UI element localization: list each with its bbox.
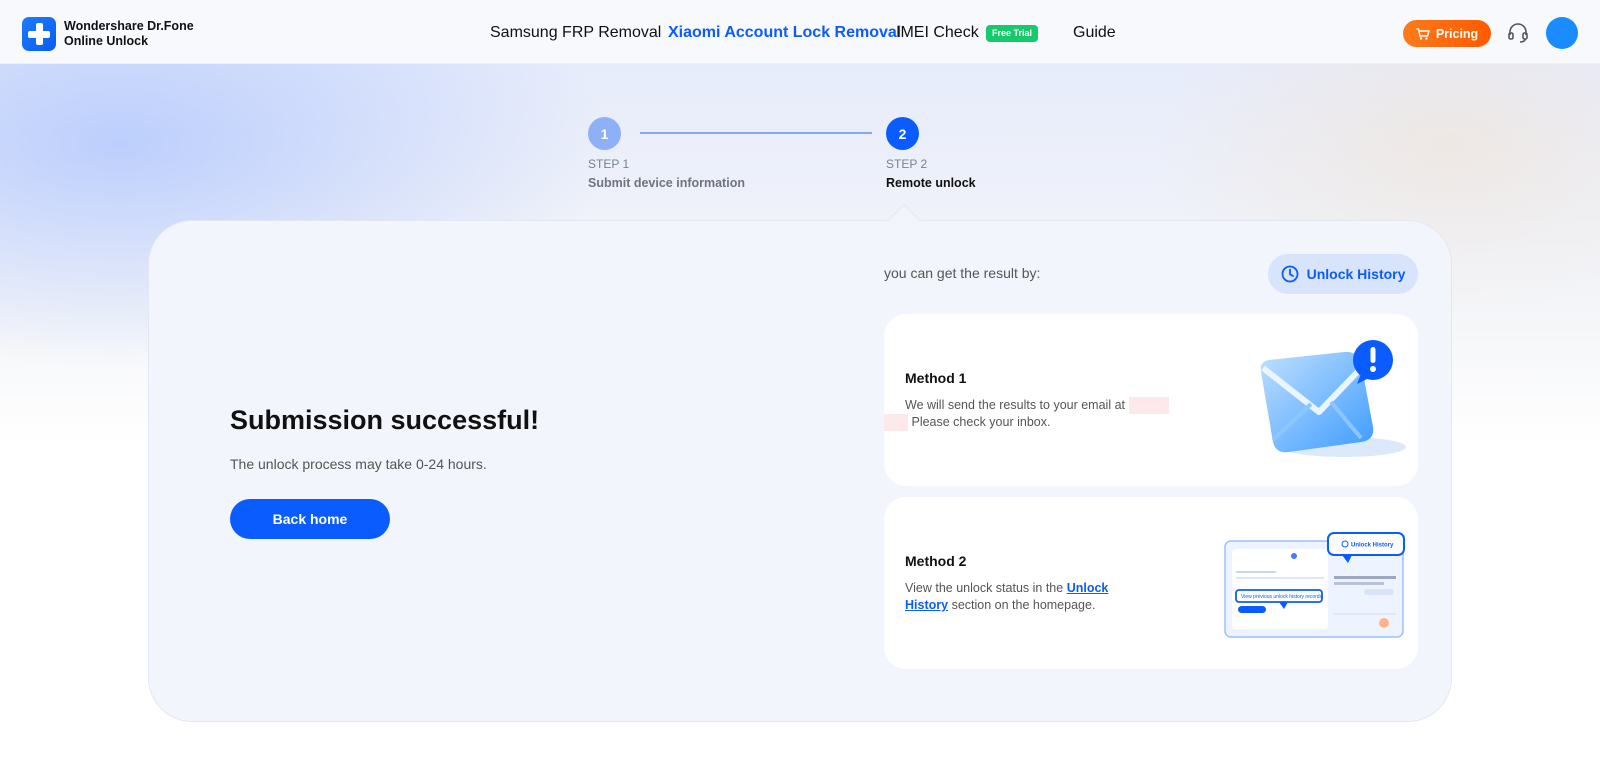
nav-guide[interactable]: Guide xyxy=(1073,24,1116,42)
drfone-logo-icon xyxy=(22,17,56,51)
method2-text-part2: section on the homepage. xyxy=(951,598,1096,612)
nav-xiaomi-lock[interactable]: Xiaomi Account Lock Removal xyxy=(668,24,901,42)
method1-description: We will send the results to your email a… xyxy=(884,397,1225,431)
unlock-duration-text: The unlock process may take 0-24 hours. xyxy=(230,456,487,472)
unlock-history-link-word1: Unlock xyxy=(1066,581,1109,595)
nav-imei-check[interactable]: IMEI Check xyxy=(896,24,996,42)
step2-title: Remote unlock xyxy=(886,176,976,190)
unlock-history-button[interactable]: Unlock History xyxy=(1268,254,1418,294)
unlock-history-link-word2: History xyxy=(905,598,949,612)
brand-logo[interactable]: Wondershare Dr.Fone Online Unlock xyxy=(22,17,194,51)
step1-label: STEP 1 xyxy=(588,157,630,171)
free-trial-badge: Free Trial xyxy=(986,25,1039,42)
pricing-label: Pricing xyxy=(1435,26,1479,41)
pricing-button[interactable]: Pricing xyxy=(1403,20,1491,47)
user-avatar[interactable] xyxy=(1546,17,1578,49)
method2-text-part1: View the unlock status in the xyxy=(905,581,1064,595)
mini-history-hint: View previous unlock history records xyxy=(1241,594,1323,600)
top-navbar: Wondershare Dr.Fone Online Unlock Samsun… xyxy=(0,0,1600,64)
brand-name-line2: Online Unlock xyxy=(64,34,149,48)
submission-success-title: Submission successful! xyxy=(230,405,540,435)
method2-card: Method 2 View the unlock status in the U… xyxy=(884,497,1418,669)
nav-samsung-frp[interactable]: Samsung FRP Removal xyxy=(490,24,661,42)
clock-icon xyxy=(1281,265,1299,283)
unlock-history-screenshot-illustration: Unlock History View previous unlock hist… xyxy=(1224,532,1405,638)
redacted-email xyxy=(1128,397,1169,414)
redacted-email-end xyxy=(884,414,908,431)
step-connector-line xyxy=(640,132,872,134)
step1-indicator: 1 xyxy=(588,117,621,150)
method1-title: Method 1 xyxy=(905,370,967,386)
result-by-label: you can get the result by: xyxy=(884,265,1041,281)
unlock-history-label: Unlock History xyxy=(1306,266,1406,282)
nav-imei-label: IMEI Check xyxy=(896,24,979,41)
cart-icon xyxy=(1416,27,1430,40)
method2-title: Method 2 xyxy=(905,553,967,569)
back-home-button[interactable]: Back home xyxy=(230,499,390,539)
method2-description: View the unlock status in the Unlock Hist… xyxy=(905,580,1125,614)
method1-card: Method 1 We will send the results to you… xyxy=(884,314,1418,486)
headset-support-icon[interactable] xyxy=(1506,21,1530,45)
envelope-notification-icon xyxy=(1260,340,1406,457)
mini-unlock-history-label: Unlock History xyxy=(1351,543,1394,549)
method1-text-part1: We will send the results to your email a… xyxy=(905,398,1126,412)
step2-indicator: 2 xyxy=(886,117,919,150)
method1-text-part2: Please check your inbox. xyxy=(911,415,1051,429)
step2-label: STEP 2 xyxy=(886,157,928,171)
brand-name-line1: Wondershare Dr.Fone xyxy=(64,19,194,33)
brand-name: Wondershare Dr.Fone Online Unlock xyxy=(64,19,194,49)
step1-title: Submit device information xyxy=(588,176,745,190)
